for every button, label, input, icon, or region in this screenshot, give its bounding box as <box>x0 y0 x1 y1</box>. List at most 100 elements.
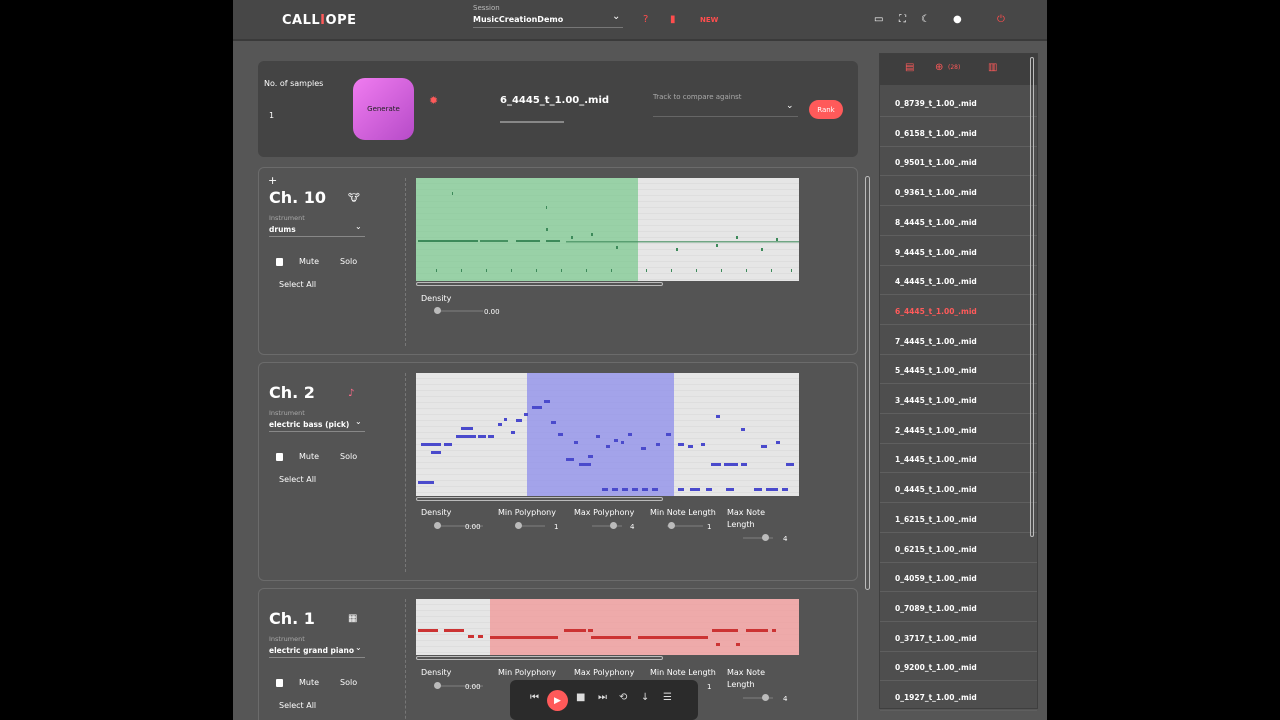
vertical-divider <box>405 599 406 720</box>
piano-roll-drums[interactable] <box>416 178 799 281</box>
skip-back-icon[interactable]: ⏮ <box>530 692 539 703</box>
keyboard-icon[interactable]: ▭ <box>874 15 883 25</box>
channel-checkbox[interactable] <box>276 258 283 266</box>
mute-button[interactable]: Mute <box>299 257 319 266</box>
max-polyphony-label: Max Polyphony <box>574 508 635 517</box>
play-button[interactable]: ▶ <box>547 690 568 711</box>
piano-roll-scrollbar[interactable] <box>416 656 663 660</box>
compare-track-select[interactable]: Track to compare against <box>653 93 742 101</box>
power-icon[interactable]: ⏻ <box>997 15 1005 25</box>
file-list-item[interactable]: 0_9361_t_1.00_.mid <box>895 188 977 197</box>
select-all-button[interactable]: Select All <box>279 280 316 289</box>
select-all-button[interactable]: Select All <box>279 701 316 710</box>
file-list-item[interactable]: 0_1927_t_1.00_.mid <box>895 693 977 702</box>
file-list-divider <box>880 531 1037 533</box>
max-note-length-slider-thumb[interactable] <box>762 534 769 541</box>
skip-forward-icon[interactable]: ⏭ <box>598 692 607 703</box>
instrument-select[interactable]: drums <box>269 225 296 234</box>
plus-icon[interactable]: + <box>268 174 277 187</box>
file-list-item[interactable]: 4_4445_t_1.00_.mid <box>895 277 977 286</box>
channel-checkbox[interactable] <box>276 679 283 687</box>
file-list-item[interactable]: 0_6158_t_1.00_.mid <box>895 129 977 138</box>
max-polyphony-slider[interactable] <box>592 525 622 527</box>
chevron-down-icon[interactable]: ⌄ <box>612 12 620 22</box>
gear-icon[interactable]: ✹ <box>429 94 438 107</box>
density-slider-thumb[interactable] <box>434 307 441 314</box>
max-note-length-value: 4 <box>783 535 788 543</box>
new-session-button[interactable]: NEW <box>700 16 718 24</box>
channel-checkbox[interactable] <box>276 453 283 461</box>
file-list-item[interactable]: 0_4059_t_1.00_.mid <box>895 574 977 583</box>
trash-icon[interactable]: ▮ <box>670 15 676 25</box>
density-slider-thumb[interactable] <box>434 522 441 529</box>
file-list-item[interactable]: 8_4445_t_1.00_.mid <box>895 218 977 227</box>
instrument-select[interactable]: electric bass (pick) <box>269 420 349 429</box>
add-circle-icon[interactable]: ⊕ <box>935 62 943 73</box>
samples-input[interactable]: 1 <box>269 111 274 120</box>
min-polyphony-slider-thumb[interactable] <box>515 522 522 529</box>
min-polyphony-label: Min Polyphony <box>498 508 556 517</box>
file-list-item[interactable]: 0_6215_t_1.00_.mid <box>895 545 977 554</box>
max-note-length-slider-thumb[interactable] <box>762 694 769 701</box>
file-list-divider <box>880 413 1037 414</box>
min-note-length-slider-thumb[interactable] <box>668 522 675 529</box>
settings-sliders-icon[interactable]: ☰ <box>663 692 672 703</box>
file-list-divider <box>880 383 1037 385</box>
density-value: 0.00 <box>465 523 481 531</box>
file-list-item[interactable]: 0_9501_t_1.00_.mid <box>895 158 977 167</box>
piano-roll-piano[interactable] <box>416 599 799 655</box>
file-list-item[interactable]: 1_4445_t_1.00_.mid <box>895 455 977 464</box>
file-list-item[interactable]: 0_3717_t_1.00_.mid <box>895 634 977 643</box>
file-list-item[interactable]: 2_4445_t_1.00_.mid <box>895 426 977 435</box>
bar-chart-icon[interactable]: ▥ <box>988 62 997 73</box>
solo-button[interactable]: Solo <box>340 452 357 461</box>
file-list-divider <box>880 175 1037 177</box>
generate-button[interactable]: Generate <box>353 78 414 140</box>
file-icon[interactable]: ▤ <box>905 62 914 73</box>
density-slider[interactable] <box>435 310 483 312</box>
file-list-item[interactable]: 1_6215_t_1.00_.mid <box>895 515 977 524</box>
max-polyphony-slider-thumb[interactable] <box>610 522 617 529</box>
instrument-select[interactable]: electric grand piano <box>269 646 354 655</box>
file-list-item[interactable]: 0_4445_t_1.00_.mid <box>895 485 977 494</box>
file-list-divider <box>880 591 1037 593</box>
solo-button[interactable]: Solo <box>340 257 357 266</box>
file-list-item[interactable]: 9_4445_t_1.00_.mid <box>895 248 977 257</box>
chevron-down-icon[interactable]: ⌄ <box>355 417 362 426</box>
file-list-item[interactable]: 0_7089_t_1.00_.mid <box>895 604 977 613</box>
file-list-item[interactable]: 7_4445_t_1.00_.mid <box>895 337 977 346</box>
file-list-item[interactable]: 6_4445_t_1.00_.mid <box>895 307 977 316</box>
chevron-down-icon[interactable]: ⌄ <box>786 101 794 111</box>
user-icon[interactable]: ● <box>953 15 962 25</box>
piano-roll-scrollbar[interactable] <box>416 497 663 501</box>
help-circle-icon[interactable]: ? <box>643 15 648 25</box>
density-slider-thumb[interactable] <box>434 682 441 689</box>
file-list-item[interactable]: 0_9200_t_1.00_.mid <box>895 663 977 672</box>
file-list-item[interactable]: 5_4445_t_1.00_.mid <box>895 366 977 375</box>
piano-roll-bass[interactable] <box>416 373 799 496</box>
chevron-down-icon[interactable]: ⌄ <box>355 643 362 652</box>
rank-button[interactable]: Rank <box>809 100 843 119</box>
file-list-item[interactable]: 3_4445_t_1.00_.mid <box>895 396 977 405</box>
file-list-divider <box>880 264 1037 266</box>
channel-title: Ch. 2 <box>269 383 315 402</box>
piano-roll-scrollbar[interactable] <box>416 282 663 286</box>
mute-button[interactable]: Mute <box>299 678 319 687</box>
solo-button[interactable]: Solo <box>340 678 357 687</box>
mute-button[interactable]: Mute <box>299 452 319 461</box>
select-all-button[interactable]: Select All <box>279 475 316 484</box>
vertical-divider <box>405 178 406 346</box>
session-select[interactable]: MusicCreationDemo <box>473 15 563 24</box>
file-list-scrollbar[interactable] <box>1030 57 1034 537</box>
fullscreen-icon[interactable]: ⛶ <box>899 15 906 25</box>
generation-panel: No. of samples 1 Generate ✹ 6_4445_t_1.0… <box>258 61 858 157</box>
download-icon[interactable]: ↓ <box>641 692 649 703</box>
guitar-icon: ♪ <box>348 388 355 399</box>
file-list-toolbar: ▤ ⊕ (28) ▥ <box>880 54 1037 85</box>
main-scrollbar[interactable] <box>865 176 870 590</box>
chevron-down-icon[interactable]: ⌄ <box>355 222 362 231</box>
loop-icon[interactable]: ⟲ <box>619 692 627 703</box>
stop-icon[interactable]: ■ <box>576 692 585 703</box>
file-list-item[interactable]: 0_8739_t_1.00_.mid <box>895 99 977 108</box>
moon-icon[interactable]: ☾ <box>921 15 930 25</box>
